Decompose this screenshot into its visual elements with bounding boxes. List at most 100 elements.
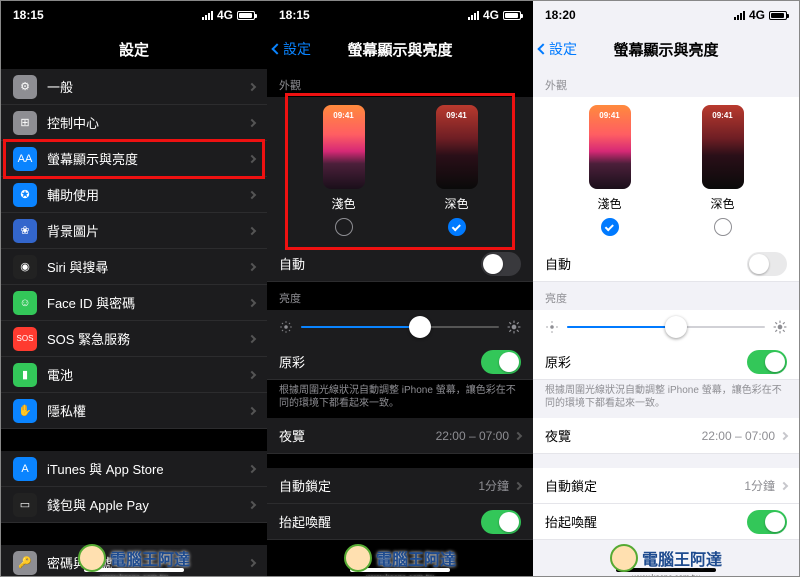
status-bar: 18:20 4G (533, 1, 799, 29)
sun-large-icon (773, 320, 787, 334)
truetone-toggle[interactable] (481, 350, 521, 374)
brightness-slider[interactable] (567, 326, 765, 328)
settings-row[interactable]: ▭ 錢包與 Apple Pay (1, 487, 267, 523)
brightness-row (267, 310, 533, 344)
appearance-light-option[interactable]: 09:41 淺色 (589, 105, 631, 236)
settings-row[interactable]: ▮ 電池 (1, 357, 267, 393)
row-icon: 🔑 (13, 551, 37, 575)
auto-row[interactable]: 自動 (533, 246, 799, 282)
autolock-row[interactable]: 自動鎖定 1分鐘 (267, 468, 533, 504)
truetone-toggle[interactable] (747, 350, 787, 374)
nightshift-row[interactable]: 夜覽 22:00 – 07:00 (267, 418, 533, 454)
status-bar: 18:15 4G (267, 1, 533, 29)
signal-icon (468, 11, 479, 20)
radio-off[interactable] (335, 218, 353, 236)
raise-toggle[interactable] (747, 510, 787, 534)
settings-row[interactable]: ✋ 隱私權 (1, 393, 267, 429)
row-icon: ✋ (13, 399, 37, 423)
settings-row[interactable]: ☺ Face ID 與密碼 (1, 285, 267, 321)
row-icon: AA (13, 147, 37, 171)
auto-toggle[interactable] (747, 252, 787, 276)
row-icon: ▭ (13, 493, 37, 517)
row-label: 控制中心 (47, 113, 249, 132)
network-label: 4G (217, 8, 233, 22)
chevron-right-icon (780, 481, 788, 489)
chevron-right-icon (248, 464, 256, 472)
page-title: 設定 (119, 39, 149, 60)
section-brightness: 亮度 (533, 282, 799, 310)
row-label: 隱私權 (47, 401, 249, 420)
row-icon: ❀ (13, 219, 37, 243)
nav-header: 設定 (1, 29, 267, 69)
raise-row[interactable]: 抬起喚醒 (533, 504, 799, 540)
section-brightness: 亮度 (267, 282, 533, 310)
appearance-light-option[interactable]: 09:41 淺色 (323, 105, 365, 236)
auto-row[interactable]: 自動 (267, 246, 533, 282)
chevron-left-icon (537, 43, 548, 54)
settings-panel: 18:15 4G 設定 ⚙ 一般 ⊞ 控制中心 AA 螢幕顯示與亮度 ✪ 輔助使… (1, 1, 267, 576)
settings-row[interactable]: AA 螢幕顯示與亮度 (1, 141, 267, 177)
chevron-right-icon (514, 431, 522, 439)
row-icon: SOS (13, 327, 37, 351)
nightshift-row[interactable]: 夜覽 22:00 – 07:00 (533, 418, 799, 454)
raise-toggle[interactable] (481, 510, 521, 534)
chevron-right-icon (248, 262, 256, 270)
truetone-row[interactable]: 原彩 (533, 344, 799, 380)
auto-toggle[interactable] (481, 252, 521, 276)
brightness-row (533, 310, 799, 344)
chevron-right-icon (248, 190, 256, 198)
settings-row[interactable]: ✪ 輔助使用 (1, 177, 267, 213)
sun-small-icon (279, 320, 293, 334)
chevron-left-icon (271, 43, 282, 54)
section-appearance: 外觀 (267, 69, 533, 97)
chevron-right-icon (248, 334, 256, 342)
settings-row[interactable]: ⚙ 一般 (1, 69, 267, 105)
appearance-dark-option[interactable]: 09:41 深色 (702, 105, 744, 236)
row-label: 一般 (47, 77, 249, 96)
row-label: Siri 與搜尋 (47, 257, 249, 276)
raise-row[interactable]: 抬起喚醒 (267, 504, 533, 540)
radio-on[interactable] (601, 218, 619, 236)
settings-row[interactable]: ⊞ 控制中心 (1, 105, 267, 141)
settings-row[interactable]: ❀ 背景圖片 (1, 213, 267, 249)
chevron-right-icon (248, 370, 256, 378)
settings-row[interactable]: A iTunes 與 App Store (1, 451, 267, 487)
settings-row[interactable]: SOS SOS 緊急服務 (1, 321, 267, 357)
nav-header: 設定 螢幕顯示與亮度 (267, 29, 533, 69)
row-icon: ◉ (13, 255, 37, 279)
status-bar: 18:15 4G (1, 1, 267, 29)
row-label: SOS 緊急服務 (47, 329, 249, 348)
brightness-slider[interactable] (301, 326, 499, 328)
truetone-caption: 根據周圍光線狀況自動調整 iPhone 螢幕，讓色彩在不同的環境下都看起來一致。 (533, 380, 799, 418)
row-label: Face ID 與密碼 (47, 293, 249, 312)
settings-row[interactable]: ◉ Siri 與搜尋 (1, 249, 267, 285)
chevron-right-icon (248, 118, 256, 126)
watermark: 電腦王阿達 www.kocpc.com.tw (78, 544, 190, 572)
chevron-right-icon (780, 431, 788, 439)
row-label: 輔助使用 (47, 185, 249, 204)
radio-off[interactable] (714, 218, 732, 236)
display-panel-dark: 18:15 4G 設定 螢幕顯示與亮度 外觀 09:41 淺色 09:41 深色… (267, 1, 533, 576)
watermark: 電腦王阿達 www.kocpc.com.tw (344, 544, 456, 572)
status-time: 18:15 (279, 8, 310, 22)
radio-on[interactable] (448, 218, 466, 236)
status-time: 18:20 (545, 8, 576, 22)
back-button[interactable]: 設定 (539, 39, 577, 59)
section-appearance: 外觀 (533, 69, 799, 97)
truetone-caption: 根據周圍光線狀況自動調整 iPhone 螢幕，讓色彩在不同的環境下都看起來一致。 (267, 380, 533, 418)
row-label: 電池 (47, 365, 249, 384)
appearance-dark-option[interactable]: 09:41 深色 (436, 105, 478, 236)
row-icon: ☺ (13, 291, 37, 315)
watermark: 電腦王阿達 www.kocpc.com.tw (610, 544, 722, 572)
chevron-right-icon (514, 481, 522, 489)
display-panel-light: 18:20 4G 設定 螢幕顯示與亮度 外觀 09:41 淺色 09:41 深色… (533, 1, 799, 576)
back-button[interactable]: 設定 (273, 39, 311, 59)
row-label: 螢幕顯示與亮度 (47, 149, 249, 168)
row-label: 背景圖片 (47, 221, 249, 240)
autolock-row[interactable]: 自動鎖定 1分鐘 (533, 468, 799, 504)
chevron-right-icon (248, 298, 256, 306)
chevron-right-icon (248, 226, 256, 234)
network-label: 4G (483, 8, 499, 22)
row-icon: ✪ (13, 183, 37, 207)
truetone-row[interactable]: 原彩 (267, 344, 533, 380)
